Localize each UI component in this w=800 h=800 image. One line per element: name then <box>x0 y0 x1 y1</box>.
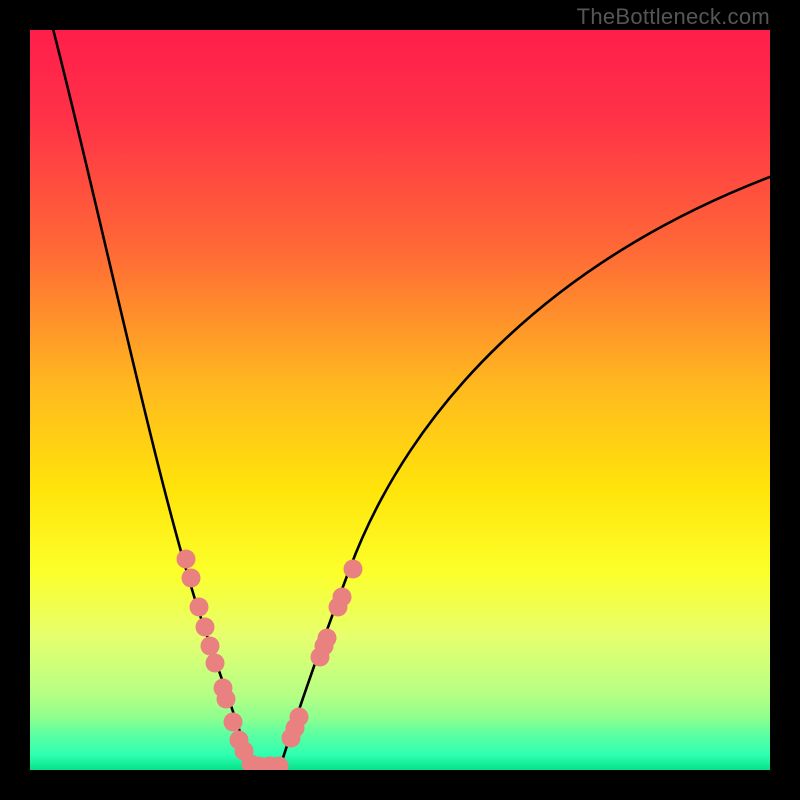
data-marker <box>224 713 243 732</box>
data-marker <box>333 588 352 607</box>
data-marker <box>201 637 220 656</box>
data-marker <box>196 618 215 637</box>
data-marker <box>182 569 201 588</box>
curve-layer <box>30 30 770 770</box>
chart-frame: TheBottleneck.com <box>0 0 800 800</box>
data-marker <box>177 550 196 569</box>
data-marker <box>206 654 225 673</box>
watermark-text: TheBottleneck.com <box>577 4 770 30</box>
data-marker <box>217 690 236 709</box>
data-marker <box>318 629 337 648</box>
data-marker <box>290 708 309 727</box>
data-marker <box>190 598 209 617</box>
right-curve <box>280 175 770 767</box>
data-marker <box>344 560 363 579</box>
data-marker <box>270 757 289 771</box>
plot-area <box>30 30 770 770</box>
